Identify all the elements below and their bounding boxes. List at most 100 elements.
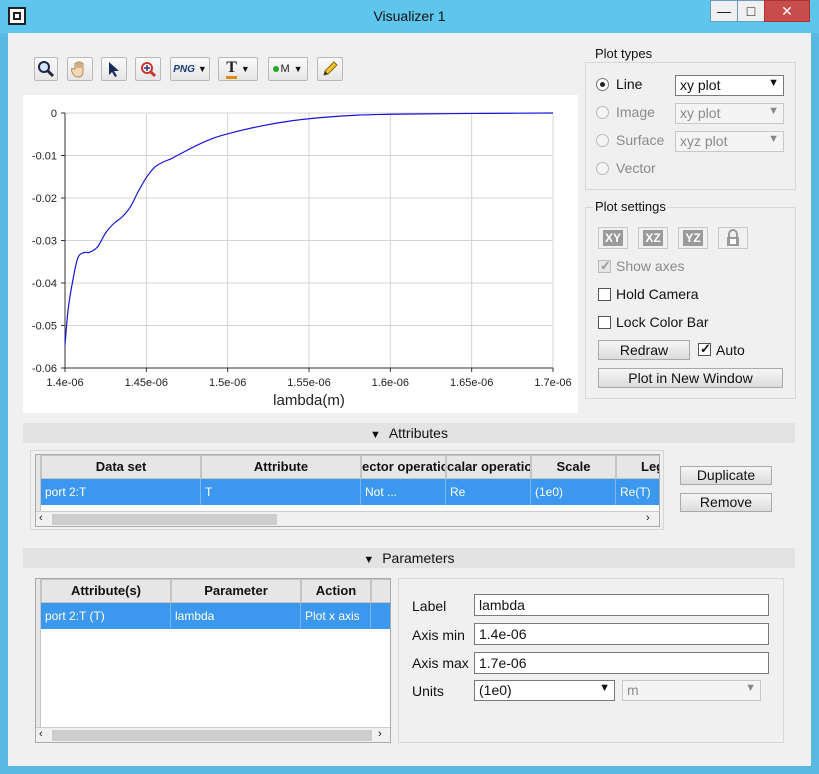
radio-surface[interactable] <box>596 134 609 147</box>
line-plot-select[interactable]: xy plot ▼ <box>675 75 784 96</box>
y-tick-label: -0.03 <box>32 236 57 248</box>
parameters-header[interactable]: ▼ Parameters <box>23 548 795 568</box>
scroll-right-icon[interactable]: › <box>378 728 382 740</box>
lock-color-bar-label: Lock Color Bar <box>616 314 709 330</box>
column-header[interactable]: Attribute(s) <box>41 579 171 603</box>
column-header[interactable]: calar operatio <box>446 455 531 479</box>
x-tick-label: 1.45e-06 <box>125 377 168 389</box>
close-button[interactable]: ✕ <box>764 0 810 22</box>
label-input[interactable]: lambda <box>474 594 769 616</box>
checkmark-icon: ✓ <box>600 258 611 273</box>
y-tick-label: -0.04 <box>32 278 57 290</box>
y-tick-label: -0.06 <box>32 363 57 375</box>
maximize-button[interactable]: □ <box>737 0 765 22</box>
lock-view-button[interactable] <box>718 227 748 249</box>
auto-checkbox[interactable]: ✓ <box>698 341 711 356</box>
plot-area[interactable]: 1.4e-06 1.45e-06 1.5e-06 1.55e-06 1.6e-06 1.6… <box>23 95 578 413</box>
table-cell: Re <box>446 479 531 505</box>
marker-label: M <box>280 63 290 75</box>
column-header[interactable]: ector operatic <box>361 455 446 479</box>
column-header[interactable]: Lege <box>616 455 659 479</box>
y-tick-label: 0 <box>51 108 57 120</box>
view-yz-label: YZ <box>683 230 703 246</box>
attributes-table[interactable]: Data set Attribute ector operatic calar … <box>35 454 660 527</box>
radio-vector[interactable] <box>596 162 609 175</box>
units-unit-value: m <box>627 682 639 698</box>
units-unit-select[interactable]: m ▼ <box>622 680 761 701</box>
units-scale-select[interactable]: (1e0) ▼ <box>474 680 615 701</box>
plot-settings-title: Plot settings <box>593 199 668 214</box>
y-tick-label: -0.02 <box>32 193 57 205</box>
chevron-down-icon: ▼ <box>768 77 779 89</box>
column-header[interactable]: Attribute <box>201 455 361 479</box>
marker-icon[interactable]: M ▼ <box>268 57 308 81</box>
minimize-button[interactable]: — <box>710 0 738 22</box>
green-dot-icon <box>273 66 280 72</box>
x-tick-label: 1.6e-06 <box>372 377 409 389</box>
image-plot-value: xy plot <box>680 105 721 121</box>
table-cell: Plot x axis <box>301 603 371 629</box>
surface-plot-select[interactable]: xyz plot ▼ <box>675 131 784 152</box>
horizontal-scrollbar[interactable]: ‹ › <box>36 511 659 526</box>
radio-line[interactable] <box>596 78 609 91</box>
scroll-right-icon[interactable]: › <box>646 512 650 524</box>
zoom-region-icon[interactable] <box>135 57 161 81</box>
table-cell: lambda <box>171 603 301 629</box>
show-axes-checkbox[interactable]: ✓ <box>598 258 611 273</box>
auto-label: Auto <box>716 342 745 358</box>
scrollbar-thumb[interactable] <box>52 730 372 741</box>
x-tick-label: 1.4e-06 <box>46 377 83 389</box>
duplicate-button[interactable]: Duplicate <box>680 466 772 485</box>
zoom-icon[interactable] <box>34 57 58 81</box>
parameters-table[interactable]: Attribute(s) Parameter Action port 2:T (… <box>35 578 391 743</box>
hold-camera-label: Hold Camera <box>616 286 699 302</box>
select-arrow-icon[interactable] <box>101 57 127 81</box>
lock-color-bar-checkbox[interactable] <box>598 316 611 329</box>
export-png-icon[interactable]: PNG ▼ <box>170 57 210 81</box>
view-yz-button[interactable]: YZ <box>678 227 708 249</box>
column-header[interactable]: Data set <box>41 455 201 479</box>
radio-image[interactable] <box>596 106 609 119</box>
attributes-header[interactable]: ▼ Attributes <box>23 423 795 443</box>
y-tick-label: -0.05 <box>32 321 57 333</box>
remove-button[interactable]: Remove <box>680 493 772 512</box>
pencil-icon[interactable] <box>317 57 343 81</box>
parameters-header-label: Parameters <box>382 550 455 566</box>
triangle-down-icon: ▼ <box>363 554 375 566</box>
scroll-left-icon[interactable]: ‹ <box>39 512 43 524</box>
radio-image-label: Image <box>616 104 655 120</box>
view-xy-label: XY <box>602 230 623 246</box>
y-tick-label: -0.01 <box>32 151 57 163</box>
text-format-icon[interactable]: T ▼ <box>218 57 258 81</box>
image-plot-select[interactable]: xy plot ▼ <box>675 103 784 124</box>
radio-surface-label: Surface <box>616 132 665 148</box>
units-scale-value: (1e0) <box>479 682 512 698</box>
surface-plot-value: xyz plot <box>680 133 728 149</box>
table-cell: T <box>201 479 361 505</box>
column-header[interactable]: Action <box>301 579 371 603</box>
chevron-down-icon: ▼ <box>240 64 250 74</box>
horizontal-scrollbar[interactable]: ‹ › <box>36 727 390 742</box>
plot-new-window-button[interactable]: Plot in New Window <box>598 368 783 388</box>
png-label: PNG <box>173 63 195 75</box>
axis-min-input[interactable]: 1.4e-06 <box>474 623 769 645</box>
axis-max-input[interactable]: 1.7e-06 <box>474 652 769 674</box>
line-chart[interactable]: 1.4e-06 1.45e-06 1.5e-06 1.55e-06 1.6e-06 1.6… <box>23 95 578 413</box>
attributes-header-label: Attributes <box>388 425 448 441</box>
column-header[interactable]: Scale <box>531 455 616 479</box>
pan-hand-icon[interactable] <box>67 57 93 81</box>
table-row[interactable]: port 2:T (T) lambda Plot x axis <box>41 603 390 629</box>
view-xz-button[interactable]: XZ <box>638 227 668 249</box>
view-xy-button[interactable]: XY <box>598 227 628 249</box>
redraw-button[interactable]: Redraw <box>598 340 690 360</box>
scroll-left-icon[interactable]: ‹ <box>39 728 43 740</box>
chevron-down-icon: ▼ <box>768 133 779 145</box>
hold-camera-checkbox[interactable] <box>598 288 611 301</box>
column-header[interactable]: Parameter <box>171 579 301 603</box>
x-tick-label: 1.65e-06 <box>450 377 493 389</box>
scrollbar-thumb[interactable] <box>52 514 277 525</box>
table-row[interactable]: port 2:T T Not ... Re (1e0) Re(T) <box>41 479 659 505</box>
table-cell: port 2:T (T) <box>41 603 171 629</box>
chevron-down-icon: ▼ <box>768 105 779 117</box>
axis-min-label: Axis min <box>412 627 465 643</box>
